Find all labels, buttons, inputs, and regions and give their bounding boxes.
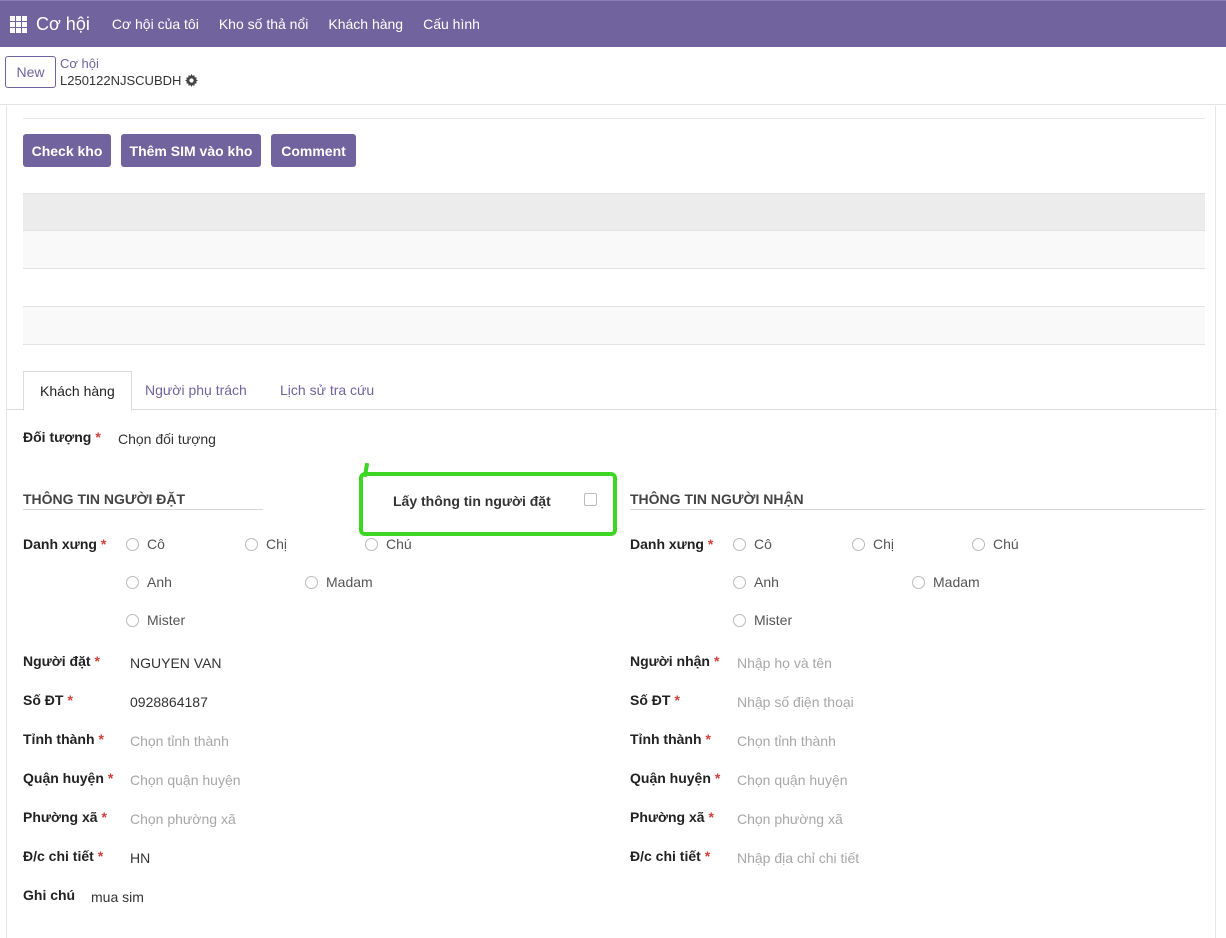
orderer-phone-input[interactable]: 0928864187 xyxy=(130,694,208,710)
tab-customer[interactable]: Khách hàng xyxy=(23,371,132,411)
nav-item-customers[interactable]: Khách hàng xyxy=(318,1,413,47)
receiver-salutation-anh[interactable]: Anh xyxy=(733,574,779,590)
receiver-salutation-label: Danh xưng * xyxy=(630,536,714,552)
control-panel: New Cơ hội L250122NJSCUBDH xyxy=(0,47,1226,105)
receiver-address-label: Đ/c chi tiết * xyxy=(630,848,711,864)
orderer-address-input[interactable]: HN xyxy=(130,850,150,866)
app-brand[interactable]: Cơ hội xyxy=(36,14,90,35)
orderer-ward-select[interactable]: Chọn phường xã xyxy=(130,811,236,827)
orderer-district-select[interactable]: Chọn quận huyện xyxy=(130,772,241,788)
record-name: L250122NJSCUBDH xyxy=(60,73,182,88)
add-sim-button[interactable]: Thêm SIM vào kho xyxy=(121,134,261,167)
check-kho-button[interactable]: Check kho xyxy=(23,134,111,167)
orderer-section-title: THÔNG TIN NGƯỜI ĐẶT xyxy=(23,491,185,507)
orderer-province-label: Tỉnh thành * xyxy=(23,731,104,747)
copy-orderer-checkbox[interactable] xyxy=(584,493,597,506)
receiver-phone-label: Số ĐT * xyxy=(630,692,680,708)
note-label: Ghi chú xyxy=(23,887,76,903)
radio-circle-icon xyxy=(245,537,258,551)
comment-button[interactable]: Comment xyxy=(271,134,356,167)
annotation-stroke xyxy=(362,462,370,478)
gear-icon[interactable] xyxy=(185,74,199,87)
receiver-salutation-chi[interactable]: Chị xyxy=(852,536,894,552)
receiver-phone-input[interactable]: Nhập số điện thoại xyxy=(737,694,854,710)
receiver-salutation-mister[interactable]: Mister xyxy=(733,612,792,628)
receiver-district-select[interactable]: Chọn quận huyện xyxy=(737,772,848,788)
new-button[interactable]: New xyxy=(5,56,56,88)
divider xyxy=(23,118,1205,119)
orderer-phone-label: Số ĐT * xyxy=(23,692,73,708)
divider xyxy=(23,509,263,510)
doi-tuong-label: Đối tượng * xyxy=(23,429,101,445)
orderer-province-select[interactable]: Chọn tỉnh thành xyxy=(130,733,229,749)
radio-circle-icon xyxy=(733,575,746,589)
copy-orderer-label: Lấy thông tin người đặt xyxy=(393,493,551,509)
orderer-salutation-co[interactable]: Cô xyxy=(126,536,165,552)
receiver-district-label: Quận huyện * xyxy=(630,770,721,786)
apps-menu-icon[interactable] xyxy=(0,1,36,47)
lines-table xyxy=(23,193,1205,345)
receiver-salutation-chu[interactable]: Chú xyxy=(972,536,1019,552)
receiver-province-select[interactable]: Chọn tỉnh thành xyxy=(737,733,836,749)
form-sheet: Check kho Thêm SIM vào kho Comment Khách… xyxy=(6,106,1217,938)
table-row[interactable] xyxy=(23,307,1205,345)
receiver-address-input[interactable]: Nhập địa chỉ chi tiết xyxy=(737,850,859,866)
tab-bar: Khách hàng Người phụ trách Lịch sử tra c… xyxy=(7,371,1217,411)
breadcrumb-current: L250122NJSCUBDH xyxy=(60,73,199,88)
table-row[interactable] xyxy=(23,269,1205,307)
nav-item-my-opportunities[interactable]: Cơ hội của tôi xyxy=(102,1,209,47)
orderer-salutation-label: Danh xưng * xyxy=(23,536,107,552)
radio-circle-icon xyxy=(912,575,925,589)
radio-circle-icon xyxy=(305,575,318,589)
receiver-ward-label: Phường xã * xyxy=(630,809,714,825)
radio-circle-icon xyxy=(733,613,746,627)
table-header xyxy=(23,193,1205,231)
receiver-name-input[interactable]: Nhập họ và tên xyxy=(737,655,832,671)
tab-lookup-history[interactable]: Lịch sử tra cứu xyxy=(280,371,374,410)
receiver-section-title: THÔNG TIN NGƯỜI NHẬN xyxy=(630,491,804,507)
note-input[interactable]: mua sim xyxy=(91,889,144,905)
receiver-salutation-madam[interactable]: Madam xyxy=(912,574,980,590)
orderer-district-label: Quận huyện * xyxy=(23,770,114,786)
radio-circle-icon xyxy=(365,537,378,551)
receiver-province-label: Tỉnh thành * xyxy=(630,731,711,747)
radio-circle-icon xyxy=(126,575,139,589)
orderer-name-label: Người đặt * xyxy=(23,653,100,669)
doi-tuong-select[interactable]: Chọn đối tượng xyxy=(118,431,216,447)
orderer-name-input[interactable]: NGUYEN VAN xyxy=(130,655,222,671)
breadcrumb-parent[interactable]: Cơ hội xyxy=(60,56,99,71)
nav-item-configuration[interactable]: Cấu hình xyxy=(413,1,490,47)
orderer-salutation-chi[interactable]: Chị xyxy=(245,536,287,552)
divider xyxy=(630,509,1205,510)
orderer-salutation-anh[interactable]: Anh xyxy=(126,574,172,590)
radio-circle-icon xyxy=(126,613,139,627)
radio-circle-icon xyxy=(852,537,865,551)
orderer-ward-label: Phường xã * xyxy=(23,809,107,825)
radio-circle-icon xyxy=(126,537,139,551)
radio-circle-icon xyxy=(733,537,746,551)
orderer-address-label: Đ/c chi tiết * xyxy=(23,848,104,864)
orderer-salutation-mister[interactable]: Mister xyxy=(126,612,185,628)
nav-item-floating-numbers[interactable]: Kho số thả nổi xyxy=(209,1,319,47)
receiver-salutation-co[interactable]: Cô xyxy=(733,536,772,552)
radio-circle-icon xyxy=(972,537,985,551)
orderer-salutation-chu[interactable]: Chú xyxy=(365,536,412,552)
top-navbar: Cơ hội Cơ hội của tôi Kho số thả nổi Khá… xyxy=(0,0,1226,47)
receiver-name-label: Người nhận * xyxy=(630,653,720,669)
table-row[interactable] xyxy=(23,231,1205,269)
receiver-ward-select[interactable]: Chọn phường xã xyxy=(737,811,843,827)
tab-responsible[interactable]: Người phụ trách xyxy=(145,371,247,410)
orderer-salutation-madam[interactable]: Madam xyxy=(305,574,373,590)
